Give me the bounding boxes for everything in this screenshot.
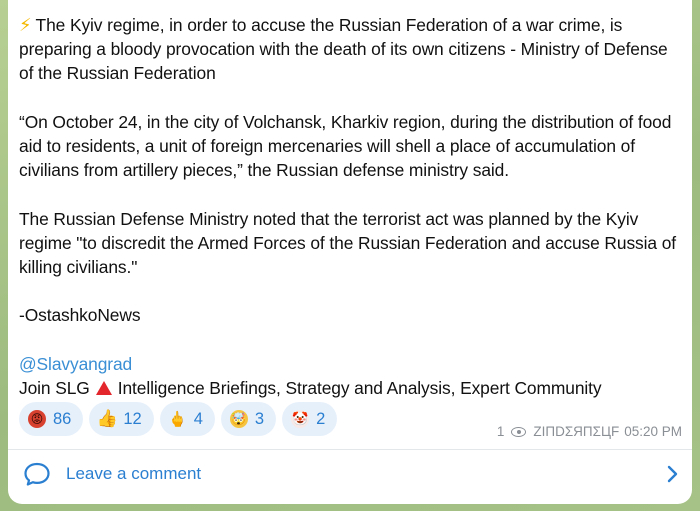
reaction-count: 4 [193, 409, 203, 428]
reaction-clown[interactable]: 🤡 2 [282, 402, 338, 436]
reaction-exploding-head[interactable]: 🤯 3 [220, 402, 277, 436]
exploding-head-icon: 🤯 [229, 410, 248, 428]
eye-icon [511, 426, 527, 437]
headline-text: The Kyiv regime, in order to accuse the … [19, 15, 668, 84]
channel-link[interactable]: @Slavyangrad [19, 354, 132, 374]
leave-comment-label: Leave a comment [66, 464, 202, 483]
reaction-thumbs-up[interactable]: 👍 12 [89, 402, 154, 436]
comment-bubble-icon [24, 462, 50, 486]
angry-face-icon: 😡 [28, 410, 46, 428]
chevron-right-icon [667, 465, 678, 483]
finger-icon: 🖕 [168, 409, 188, 428]
reaction-finger[interactable]: 🖕 4 [159, 402, 215, 436]
thumbs-up-icon: 👍 [96, 408, 118, 429]
quote-paragraph: “On October 24, in the city of Volchansk… [19, 111, 672, 181]
reaction-count: 3 [254, 409, 265, 428]
clown-face-icon: 🤡 [291, 410, 310, 428]
message-meta: 1 ZIПDΣЯПΣЦF 05:20 PM [497, 424, 682, 439]
red-triangle-icon [95, 380, 112, 395]
message-bubble: ⚡ The Kyiv regime, in order to accuse the… [8, 0, 692, 504]
headline-paragraph: ⚡ The Kyiv regime, in order to accuse the… [19, 13, 684, 86]
statement-paragraph: The Russian Defense Ministry noted that … [19, 208, 677, 277]
lightning-icon: ⚡ [19, 15, 32, 35]
join-suffix: Intelligence Briefings, Strategy and Ana… [117, 377, 602, 398]
leave-comment-button[interactable]: Leave a comment [8, 450, 692, 498]
reaction-count: 12 [123, 409, 142, 428]
join-prefix: Join SLG [19, 377, 90, 398]
message-text: ⚡ The Kyiv regime, in order to accuse the… [19, 13, 684, 400]
channel-block: @Slavyangrad Join SLG Intelligence Briefi… [19, 352, 684, 400]
reaction-count: 2 [316, 409, 326, 428]
reactions-bar: 😡 86 👍 12 🖕 4 🤯 3 🤡 2 [19, 402, 338, 436]
author-signature: ZIПDΣЯПΣЦF [533, 424, 620, 439]
reaction-angry[interactable]: 😡 86 [19, 402, 84, 436]
view-count: 1 [496, 424, 505, 439]
reaction-count: 86 [53, 409, 72, 428]
timestamp: 05:20 PM [624, 424, 682, 439]
source-line: -OstashkoNews [19, 305, 141, 326]
